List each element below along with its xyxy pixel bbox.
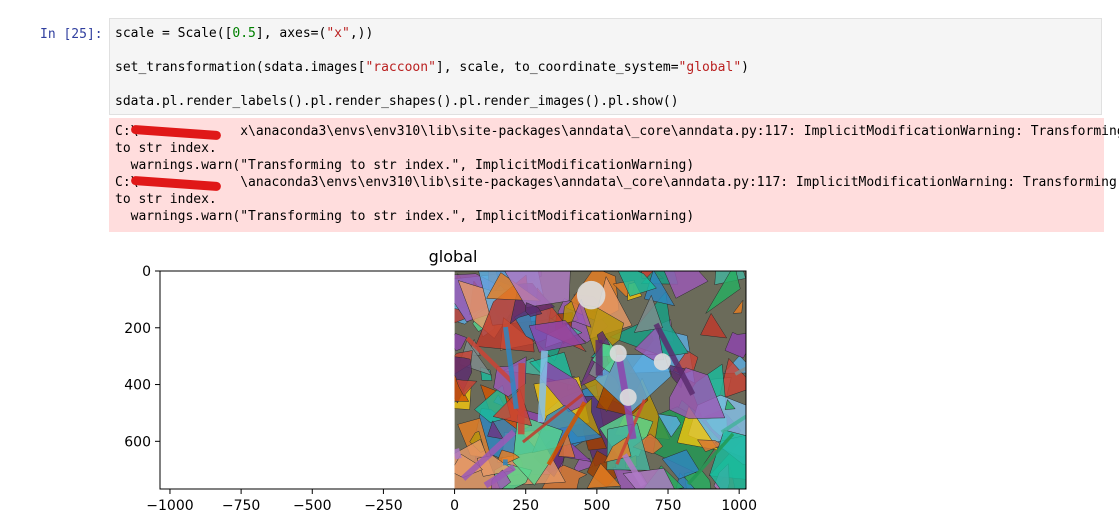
code-token: "global": [679, 60, 742, 75]
y-tick-label: 0: [142, 264, 151, 280]
code-line: scale = Scale([0.5], axes=("x",)): [115, 26, 373, 41]
shape-circle: [654, 353, 671, 370]
x-tick-label: −250: [364, 498, 402, 514]
stderr-line: to str index.: [115, 192, 217, 207]
code-token: ], scale, to_coordinate_system=: [436, 60, 679, 75]
y-tick-label: 600: [124, 434, 151, 450]
shape-circle: [620, 389, 637, 406]
code-token: ,)): [350, 26, 373, 41]
plot-output: global −1000 −750 −500 −250 0 250 500 750 1000 0…: [0, 232, 1119, 524]
x-tick-label: 1000: [721, 498, 757, 514]
stderr-output: C:\ x\anaconda3\envs\env310\lib\site-pac…: [109, 118, 1104, 232]
chart-title: global: [429, 247, 478, 266]
code-cell[interactable]: scale = Scale([0.5], axes=("x",)) set_tr…: [109, 18, 1102, 115]
code-token: sdata.pl.render_labels().pl.render_shape…: [115, 94, 679, 109]
code-token: set_transformation(sdata.images[: [115, 60, 365, 75]
x-tick-label: 250: [512, 498, 539, 514]
y-tick-label: 400: [124, 378, 151, 394]
stderr-line: C:\ x\anaconda3\envs\env310\lib\site-pac…: [115, 124, 1119, 139]
x-tick-label: −500: [293, 498, 331, 514]
code-token: ], axes=(: [256, 26, 326, 41]
x-axis: −1000 −750 −500 −250 0 250 500 750 1000: [146, 489, 757, 514]
code-line: set_transformation(sdata.images["raccoon…: [115, 60, 749, 75]
leaf-stroke: [541, 351, 544, 422]
stderr-line: C:\ \anaconda3\envs\env310\lib\site-pack…: [115, 175, 1117, 190]
code-token: ): [741, 60, 749, 75]
code-token: "raccoon": [365, 60, 435, 75]
y-tick-label: 200: [124, 321, 151, 337]
y-axis: 0 200 400 600: [124, 264, 160, 450]
code-line: sdata.pl.render_labels().pl.render_shape…: [115, 94, 679, 109]
stderr-line: warnings.warn("Transforming to str index…: [115, 209, 694, 224]
x-tick-label: 750: [655, 498, 682, 514]
segmentation-image: [430, 238, 788, 515]
x-tick-label: 0: [450, 498, 459, 514]
input-prompt: In [25]:: [40, 27, 103, 42]
code-token: 0.5: [232, 26, 255, 41]
x-tick-label: −750: [222, 498, 260, 514]
chart-svg: global −1000 −750 −500 −250 0 250 500 750 1000 0…: [0, 232, 1119, 524]
x-tick-label: 500: [584, 498, 611, 514]
x-tick-label: −1000: [146, 498, 193, 514]
stderr-line: to str index.: [115, 141, 217, 156]
code-token: "x": [326, 26, 349, 41]
code-token: scale = Scale([: [115, 26, 232, 41]
leaf-stroke: [456, 449, 459, 459]
stderr-line: warnings.warn("Transforming to str index…: [115, 158, 694, 173]
shape-circle: [610, 345, 627, 362]
shape-circle: [577, 281, 605, 309]
